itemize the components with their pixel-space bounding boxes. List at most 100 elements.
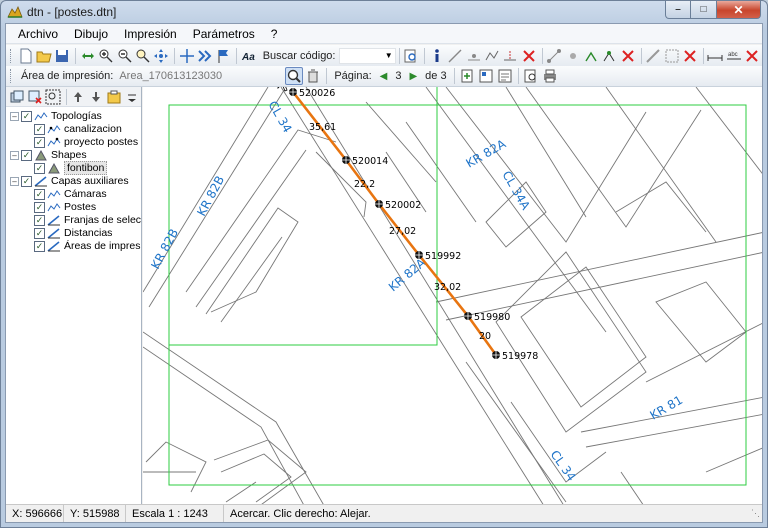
- zoom-in-icon[interactable]: [98, 47, 115, 65]
- add-page-icon[interactable]: [458, 67, 476, 85]
- checkbox[interactable]: ✓: [34, 227, 45, 239]
- prev-page-icon[interactable]: ◀: [380, 71, 388, 82]
- checkbox[interactable]: ✓: [21, 149, 32, 161]
- split-tool-icon[interactable]: [502, 47, 519, 65]
- tree-node-fontibon[interactable]: ✓ fontibon: [34, 161, 108, 175]
- page-settings-icon[interactable]: [496, 67, 514, 85]
- tree-node-shapes[interactable]: – ✓ Shapes: [10, 149, 87, 161]
- menu-impresion[interactable]: Impresión: [116, 27, 185, 41]
- next-page-icon[interactable]: ▶: [409, 71, 417, 82]
- menu-parametros[interactable]: Parámetros: [185, 27, 263, 41]
- text-style-icon[interactable]: Aa: [240, 47, 257, 65]
- page-total: de 3: [425, 70, 447, 82]
- printer-icon[interactable]: [541, 67, 559, 85]
- node-tool-icon[interactable]: [465, 47, 482, 65]
- select-icon[interactable]: [663, 47, 680, 65]
- distance-label: 22,2: [354, 179, 375, 190]
- flag-icon[interactable]: [215, 47, 232, 65]
- tree-node-proyecto-postes[interactable]: ✓ proyecto postes: [34, 136, 138, 148]
- layers-icon[interactable]: [9, 88, 26, 106]
- menu-help[interactable]: ?: [263, 27, 286, 41]
- line-tool-icon[interactable]: [446, 47, 463, 65]
- dimension-text-icon[interactable]: abc: [725, 47, 742, 65]
- checkbox[interactable]: ✓: [34, 240, 45, 252]
- print-area-inner: [169, 87, 438, 346]
- remove-layer-icon[interactable]: [27, 88, 44, 106]
- minimize-button[interactable]: –: [665, 1, 691, 19]
- zoom-window-icon[interactable]: [134, 47, 151, 65]
- tree-node-topologias[interactable]: – ✓ Topologías: [10, 110, 102, 122]
- collapse-icon[interactable]: –: [10, 111, 19, 121]
- tree-label: Shapes: [51, 149, 87, 161]
- menu-archivo[interactable]: Archivo: [10, 27, 66, 41]
- tree-node-canalizacion[interactable]: ✓ canalizacion: [34, 123, 122, 135]
- open-folder-icon[interactable]: [35, 47, 52, 65]
- forward-icon[interactable]: [197, 47, 214, 65]
- pole-label: 519980: [474, 312, 510, 323]
- find-icon[interactable]: [403, 47, 420, 65]
- save-icon[interactable]: [54, 47, 71, 65]
- maximize-button[interactable]: □: [691, 1, 717, 19]
- measure-icon[interactable]: [644, 47, 661, 65]
- move-up-icon[interactable]: [70, 88, 87, 106]
- checkbox[interactable]: ✓: [21, 175, 32, 187]
- print-area-field[interactable]: Area_170613123030: [117, 68, 285, 84]
- map-canvas[interactable]: CL 34 KR 82B KR 82B KR 82A CL 34A KR 82A…: [143, 87, 762, 504]
- delete-segment-icon[interactable]: [520, 47, 537, 65]
- toolbar-grip[interactable]: [10, 69, 13, 83]
- remove-node-icon[interactable]: [619, 47, 636, 65]
- tree-node-areas[interactable]: ✓ Áreas de impresión: [34, 240, 141, 252]
- checkbox[interactable]: ✓: [34, 136, 45, 148]
- clear-selection-icon[interactable]: [681, 47, 698, 65]
- tree-node-capas-auxiliares[interactable]: – ✓ Capas auxiliares: [10, 175, 129, 187]
- collapse-icon[interactable]: –: [10, 150, 19, 160]
- tree-label: Áreas de impresión: [64, 240, 141, 252]
- checkbox[interactable]: ✓: [34, 162, 45, 174]
- pole-marker[interactable]: 519978: [492, 351, 538, 362]
- zoom-extents-icon[interactable]: [153, 47, 170, 65]
- tree-node-distancias[interactable]: ✓ Distancias: [34, 227, 112, 239]
- dimension-icon[interactable]: [707, 47, 724, 65]
- zoom-pointer-icon[interactable]: [285, 67, 304, 85]
- pan-icon[interactable]: [79, 47, 96, 65]
- info-icon[interactable]: [428, 47, 445, 65]
- title-bar[interactable]: dtn - [postes.dtn] – □ ✕: [1, 1, 767, 23]
- resize-grip-icon[interactable]: ⋱: [751, 508, 760, 519]
- street-label: CL 34: [265, 99, 294, 136]
- collapse-icon[interactable]: –: [10, 176, 19, 186]
- tree-label: canalizacion: [64, 123, 122, 135]
- pole-label: 519992: [425, 251, 461, 262]
- chevron-down-icon[interactable]: ▼: [385, 51, 393, 60]
- checkbox[interactable]: ✓: [34, 123, 45, 135]
- checkbox[interactable]: ✓: [34, 201, 45, 213]
- branch-icon[interactable]: [601, 47, 618, 65]
- crosshair-icon[interactable]: [178, 47, 195, 65]
- zoom-out-icon[interactable]: [116, 47, 133, 65]
- trash-icon[interactable]: [304, 67, 322, 85]
- close-button[interactable]: ✕: [717, 1, 761, 19]
- toolbar-grip[interactable]: [10, 48, 13, 63]
- page-number[interactable]: 3: [395, 70, 401, 82]
- zoom-layer-icon[interactable]: [45, 88, 62, 106]
- page-layout-icon[interactable]: [477, 67, 495, 85]
- tree-node-franjas[interactable]: ✓ Franjas de selección: [34, 214, 141, 226]
- map-drawing[interactable]: CL 34 KR 82B KR 82B KR 82A CL 34A KR 82A…: [143, 87, 762, 504]
- checkbox[interactable]: ✓: [34, 188, 45, 200]
- tree-node-postes[interactable]: ✓ Postes: [34, 201, 96, 213]
- connect-icon[interactable]: [545, 47, 562, 65]
- panel-menu-icon[interactable]: [123, 88, 140, 106]
- search-code-combo[interactable]: ▼: [339, 47, 396, 64]
- checkbox[interactable]: ✓: [34, 214, 45, 226]
- polyline-tool-icon[interactable]: [483, 47, 500, 65]
- tree-node-camaras[interactable]: ✓ Cámaras: [34, 188, 107, 200]
- menu-dibujo[interactable]: Dibujo: [66, 27, 116, 41]
- move-down-icon[interactable]: [87, 88, 104, 106]
- new-file-icon[interactable]: [17, 47, 34, 65]
- delete-dimension-icon[interactable]: [743, 47, 760, 65]
- checkbox[interactable]: ✓: [21, 110, 32, 122]
- status-bar: X: 596666 Y: 515988 Escala 1 : 1243 Acer…: [6, 504, 762, 522]
- add-node-icon[interactable]: [582, 47, 599, 65]
- print-preview-icon[interactable]: [522, 67, 540, 85]
- layer-properties-icon[interactable]: [105, 88, 122, 106]
- vertex-icon[interactable]: [564, 47, 581, 65]
